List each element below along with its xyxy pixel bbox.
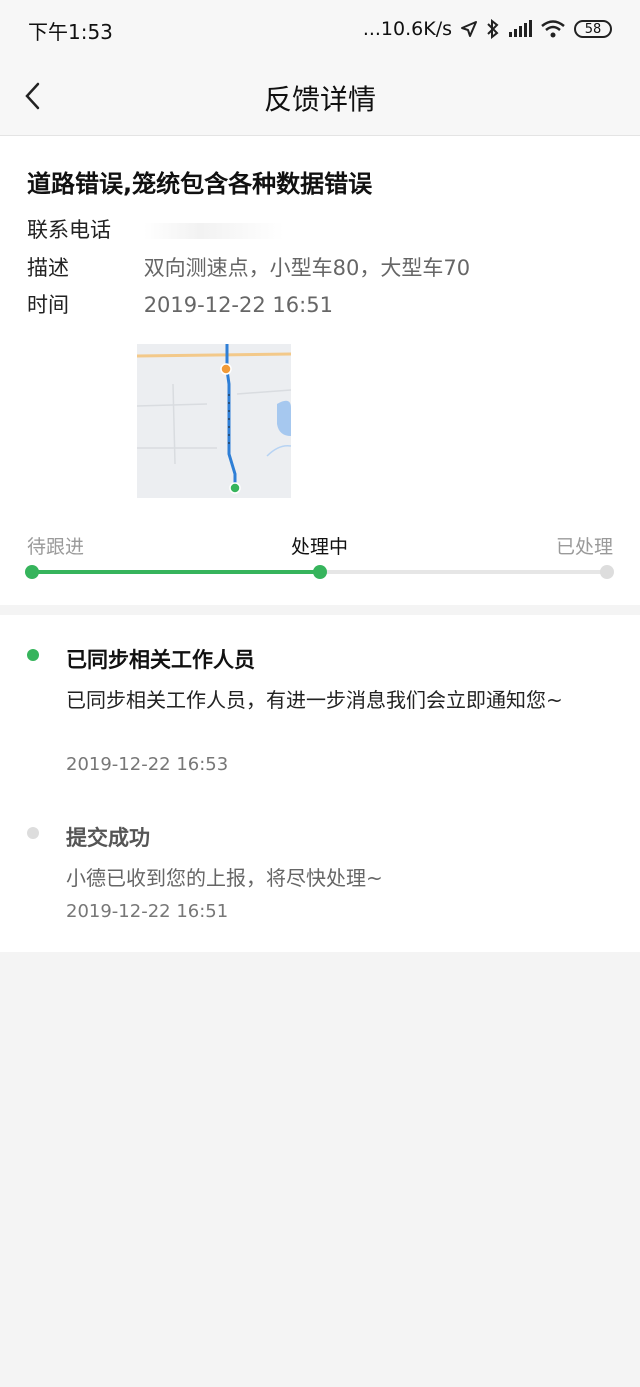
signal-icon (509, 20, 532, 37)
status-time: 下午1:53 (28, 20, 113, 44)
map-image (137, 344, 291, 498)
phone-label: 联系电话 (27, 218, 111, 242)
step-processing-label: 处理中 (291, 536, 349, 558)
step-pending-label: 待跟进 (27, 536, 85, 558)
timeline-desc: 小德已收到您的上报，将尽快处理~ (66, 866, 383, 890)
desc-row: 描述 双向测速点，小型车80，大型车70 (27, 252, 470, 282)
step-dot-done (600, 565, 614, 579)
step-done-label: 已处理 (555, 536, 613, 558)
timeline-dot (27, 649, 39, 661)
timeline-time: 2019-12-22 16:53 (66, 754, 229, 775)
location-arrow-icon (461, 21, 477, 37)
step-dot-processing (313, 565, 327, 579)
time-value: 2019-12-22 16:51 (143, 293, 333, 317)
timeline-title: 提交成功 (66, 826, 150, 850)
timeline-desc: 已同步相关工作人员，有进一步消息我们会立即通知您~ (66, 688, 563, 712)
timeline: 已同步相关工作人员 已同步相关工作人员，有进一步消息我们会立即通知您~ 2019… (0, 615, 640, 952)
step-dot-pending (25, 565, 39, 579)
timeline-dot (27, 827, 39, 839)
status-icons: ...10.6K/s 58 (363, 14, 612, 44)
feedback-card: 道路错误,笼统包含各种数据错误 联系电话 描述 双向测速点，小型车80，大型车7… (0, 136, 640, 605)
issue-title: 道路错误,笼统包含各种数据错误 (27, 170, 373, 198)
map-thumbnail[interactable] (137, 344, 291, 498)
time-label: 时间 (27, 293, 69, 317)
time-row: 时间 2019-12-22 16:51 (27, 289, 333, 319)
wifi-icon (541, 20, 565, 38)
status-bar: 下午1:53 ...10.6K/s 58 (0, 0, 640, 58)
timeline-title: 已同步相关工作人员 (66, 648, 255, 672)
progress-fill (32, 570, 320, 574)
desc-label: 描述 (27, 256, 69, 280)
net-speed: ...10.6K/s (362, 18, 452, 40)
page-title: 反馈详情 (263, 83, 376, 116)
nav-bar: 反馈详情 (0, 58, 640, 136)
progress-labels: 待跟进 处理中 已处理 (27, 532, 613, 560)
timeline-time: 2019-12-22 16:51 (66, 901, 229, 922)
desc-value: 双向测速点，小型车80，大型车70 (143, 256, 471, 280)
phone-row: 联系电话 (27, 214, 284, 244)
bluetooth-icon (487, 19, 499, 39)
phone-value-masked (143, 223, 284, 239)
battery-icon: 58 (574, 20, 612, 38)
